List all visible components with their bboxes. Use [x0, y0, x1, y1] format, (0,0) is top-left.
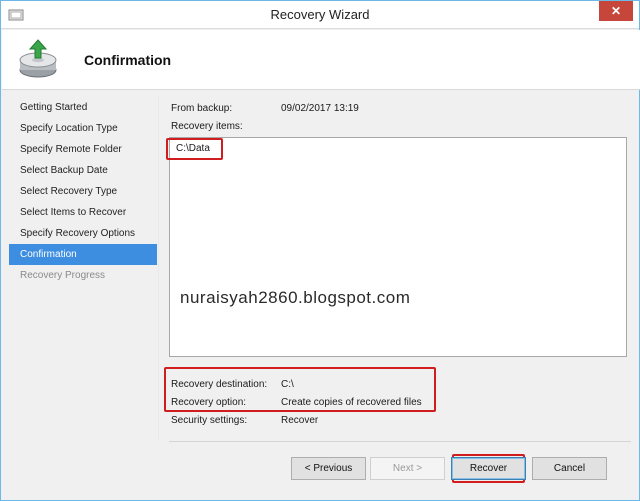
recovery-wizard-window: Recovery Wizard ✕ Confirmation Getting S…	[0, 0, 640, 501]
previous-button[interactable]: < Previous	[291, 457, 366, 480]
button-separator	[169, 441, 631, 442]
close-button[interactable]: ✕	[599, 1, 633, 21]
next-button: Next >	[370, 457, 445, 480]
security-settings-value: Recover	[281, 415, 319, 426]
highlight-destination-option	[164, 367, 436, 412]
highlight-recovery-item	[166, 138, 223, 160]
security-settings-label: Security settings:	[171, 415, 248, 426]
watermark-text: nuraisyah2860.blogspot.com	[180, 288, 411, 307]
window-title: Recovery Wizard	[270, 7, 370, 22]
nav-item-select-items-to-recover[interactable]: Select Items to Recover	[9, 202, 157, 223]
nav-item-specify-location-type[interactable]: Specify Location Type	[9, 118, 157, 139]
wizard-steps-nav: Getting Started Specify Location Type Sp…	[9, 97, 157, 286]
cancel-button[interactable]: Cancel	[532, 457, 607, 480]
recovery-items-label: Recovery items:	[171, 121, 243, 132]
security-settings-row: Security settings: Recover	[171, 415, 318, 426]
wizard-header: Confirmation	[2, 30, 640, 90]
from-backup-row: From backup: 09/02/2017 13:19	[171, 103, 359, 114]
page-title: Confirmation	[84, 52, 172, 68]
nav-item-select-recovery-type[interactable]: Select Recovery Type	[9, 181, 157, 202]
recovery-items-list[interactable]: C:\Data nuraisyah2860.blogspot.com	[169, 137, 627, 357]
from-backup-label: From backup:	[171, 103, 233, 114]
from-backup-value: 09/02/2017 13:19	[281, 103, 359, 114]
backup-restore-icon	[16, 36, 64, 82]
nav-item-recovery-progress: Recovery Progress	[20, 270, 106, 281]
recover-button[interactable]: Recover	[451, 457, 526, 480]
nav-item-specify-remote-folder[interactable]: Specify Remote Folder	[9, 139, 157, 160]
nav-divider	[158, 96, 159, 441]
title-bar: Recovery Wizard ✕	[1, 1, 639, 29]
nav-item-getting-started[interactable]: Getting Started	[9, 97, 157, 118]
nav-item-select-backup-date[interactable]: Select Backup Date	[9, 160, 157, 181]
nav-item-specify-recovery-options[interactable]: Specify Recovery Options	[9, 223, 157, 244]
nav-item-confirmation[interactable]: Confirmation	[9, 244, 157, 265]
